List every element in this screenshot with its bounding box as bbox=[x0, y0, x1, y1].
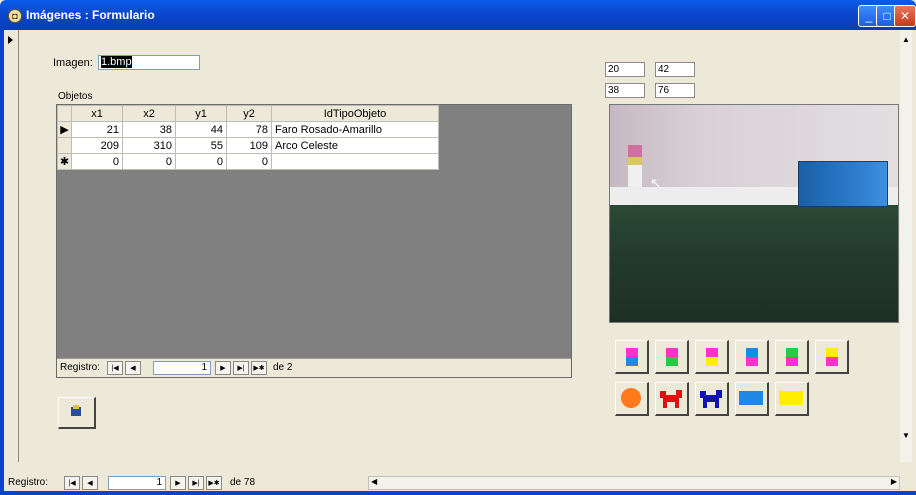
scroll-right-icon[interactable]: ▶ bbox=[891, 477, 897, 486]
cell-x2[interactable]: 0 bbox=[122, 153, 176, 170]
object-button[interactable] bbox=[695, 382, 729, 416]
cell-idtipoobjeto[interactable]: Faro Rosado-Amarillo bbox=[271, 121, 439, 138]
command-button[interactable] bbox=[58, 397, 96, 429]
subform-record-navigator: Registro: |◀ ◀ 1 ▶ ▶| ▶✱ de 2 bbox=[57, 358, 571, 377]
macro-icon bbox=[71, 405, 81, 416]
main-record-navigator: Registro: |◀ ◀ 1 ▶ ▶| ▶✱ de 78 bbox=[8, 476, 368, 490]
subform-current-record-field[interactable]: 1 bbox=[153, 361, 211, 375]
first-record-icon[interactable]: |◀ bbox=[107, 361, 123, 375]
object-button[interactable] bbox=[735, 382, 769, 416]
table-row[interactable]: ▶ 21 38 44 78 Faro Rosado-Amarillo bbox=[57, 121, 439, 138]
objetos-datasheet[interactable]: x1 x2 y1 y2 IdTipoObjeto ▶ 21 38 44 78 F… bbox=[57, 105, 439, 170]
red-dog-robot-icon bbox=[660, 390, 682, 408]
type-button[interactable] bbox=[655, 340, 689, 374]
prev-record-icon[interactable]: ◀ bbox=[125, 361, 141, 375]
cell-x1[interactable]: 209 bbox=[71, 137, 123, 154]
col-header-idtipoobjeto[interactable]: IdTipoObjeto bbox=[271, 105, 439, 122]
objetos-subform[interactable]: x1 x2 y1 y2 IdTipoObjeto ▶ 21 38 44 78 F… bbox=[56, 104, 572, 378]
cell-y1[interactable]: 0 bbox=[175, 153, 227, 170]
cell-x1[interactable]: 0 bbox=[71, 153, 123, 170]
header-row: x1 x2 y1 y2 IdTipoObjeto bbox=[57, 105, 439, 122]
row-current-icon[interactable]: ▶ bbox=[57, 121, 72, 138]
image-preview[interactable]: ↖ bbox=[609, 104, 899, 323]
col-header-x2[interactable]: x2 bbox=[122, 105, 176, 122]
select-all-cell[interactable] bbox=[57, 105, 72, 122]
object-button[interactable] bbox=[655, 382, 689, 416]
subform-nav-label: Registro: bbox=[60, 362, 101, 373]
new-record-icon[interactable]: ✱ bbox=[57, 153, 72, 170]
cell-y2[interactable]: 0 bbox=[226, 153, 272, 170]
access-form-icon[interactable]: ◘ bbox=[8, 9, 22, 23]
title-bar: ◘ Imágenes : Formulario _ □ ✕ bbox=[0, 0, 916, 30]
beacon-base bbox=[628, 165, 642, 187]
prev-record-icon[interactable]: ◀ bbox=[82, 476, 98, 490]
yellow-arc-icon bbox=[779, 391, 803, 405]
type-button[interactable] bbox=[775, 340, 809, 374]
type-button[interactable] bbox=[695, 340, 729, 374]
new-record-nav-icon[interactable]: ▶✱ bbox=[251, 361, 267, 375]
type-button[interactable] bbox=[815, 340, 849, 374]
object-button[interactable] bbox=[775, 382, 809, 416]
imagen-field[interactable]: 1.bmp bbox=[98, 55, 200, 70]
new-record-row[interactable]: ✱ 0 0 0 0 bbox=[57, 153, 439, 170]
coord-field-4[interactable]: 76 bbox=[655, 83, 695, 98]
main-nav-label: Registro: bbox=[8, 477, 49, 488]
col-header-y1[interactable]: y1 bbox=[175, 105, 227, 122]
scroll-up-icon[interactable]: ▲ bbox=[900, 34, 912, 46]
beacon-yellow-part bbox=[628, 157, 642, 165]
record-selector[interactable] bbox=[4, 30, 19, 462]
subform-record-count: de 2 bbox=[273, 362, 293, 373]
coord-field-2[interactable]: 42 bbox=[655, 62, 695, 77]
coord-field-1[interactable]: 20 bbox=[605, 62, 645, 77]
cell-x1[interactable]: 21 bbox=[71, 121, 123, 138]
cell-y1[interactable]: 55 bbox=[175, 137, 227, 154]
cell-x2[interactable]: 310 bbox=[122, 137, 176, 154]
close-button[interactable]: ✕ bbox=[894, 5, 916, 27]
horizontal-scrollbar[interactable]: ◀ ▶ bbox=[368, 476, 900, 490]
object-button[interactable] bbox=[615, 382, 649, 416]
cell-y2[interactable]: 109 bbox=[226, 137, 272, 154]
col-header-x1[interactable]: x1 bbox=[71, 105, 123, 122]
objetos-label: Objetos bbox=[58, 91, 93, 102]
orange-ball-icon bbox=[621, 388, 641, 408]
scene-carpet bbox=[610, 205, 898, 322]
next-record-icon[interactable]: ▶ bbox=[215, 361, 231, 375]
last-record-icon[interactable]: ▶| bbox=[233, 361, 249, 375]
type-button[interactable] bbox=[615, 340, 649, 374]
imagen-value: 1.bmp bbox=[101, 56, 132, 68]
main-current-record-field[interactable]: 1 bbox=[108, 476, 166, 490]
main-record-count: de 78 bbox=[230, 477, 256, 488]
new-record-nav-icon[interactable]: ▶✱ bbox=[206, 476, 222, 490]
scroll-down-icon[interactable]: ▼ bbox=[900, 430, 912, 442]
col-header-y2[interactable]: y2 bbox=[226, 105, 272, 122]
blue-arc-object bbox=[798, 161, 888, 207]
cell-y1[interactable]: 44 bbox=[175, 121, 227, 138]
cell-idtipoobjeto[interactable] bbox=[271, 153, 439, 170]
current-record-arrow-icon bbox=[8, 36, 13, 44]
blue-dog-robot-icon bbox=[700, 390, 722, 408]
cell-idtipoobjeto[interactable]: Arco Celeste bbox=[271, 137, 439, 154]
cell-x2[interactable]: 38 bbox=[122, 121, 176, 138]
beacon-pink-part bbox=[628, 145, 642, 157]
coord-field-3[interactable]: 38 bbox=[605, 83, 645, 98]
row-selector[interactable] bbox=[57, 137, 72, 154]
first-record-icon[interactable]: |◀ bbox=[64, 476, 80, 490]
window-title: Imágenes : Formulario bbox=[26, 8, 155, 22]
type-button[interactable] bbox=[735, 340, 769, 374]
table-row[interactable]: 209 310 55 109 Arco Celeste bbox=[57, 137, 439, 154]
next-record-icon[interactable]: ▶ bbox=[170, 476, 186, 490]
cell-y2[interactable]: 78 bbox=[226, 121, 272, 138]
mouse-cursor-icon: ↖ bbox=[650, 175, 662, 191]
last-record-icon[interactable]: ▶| bbox=[188, 476, 204, 490]
vertical-scrollbar[interactable]: ▲ ▼ bbox=[900, 30, 912, 462]
imagen-label: Imagen: bbox=[53, 57, 93, 69]
scroll-left-icon[interactable]: ◀ bbox=[371, 477, 377, 486]
blue-arc-icon bbox=[739, 391, 763, 405]
